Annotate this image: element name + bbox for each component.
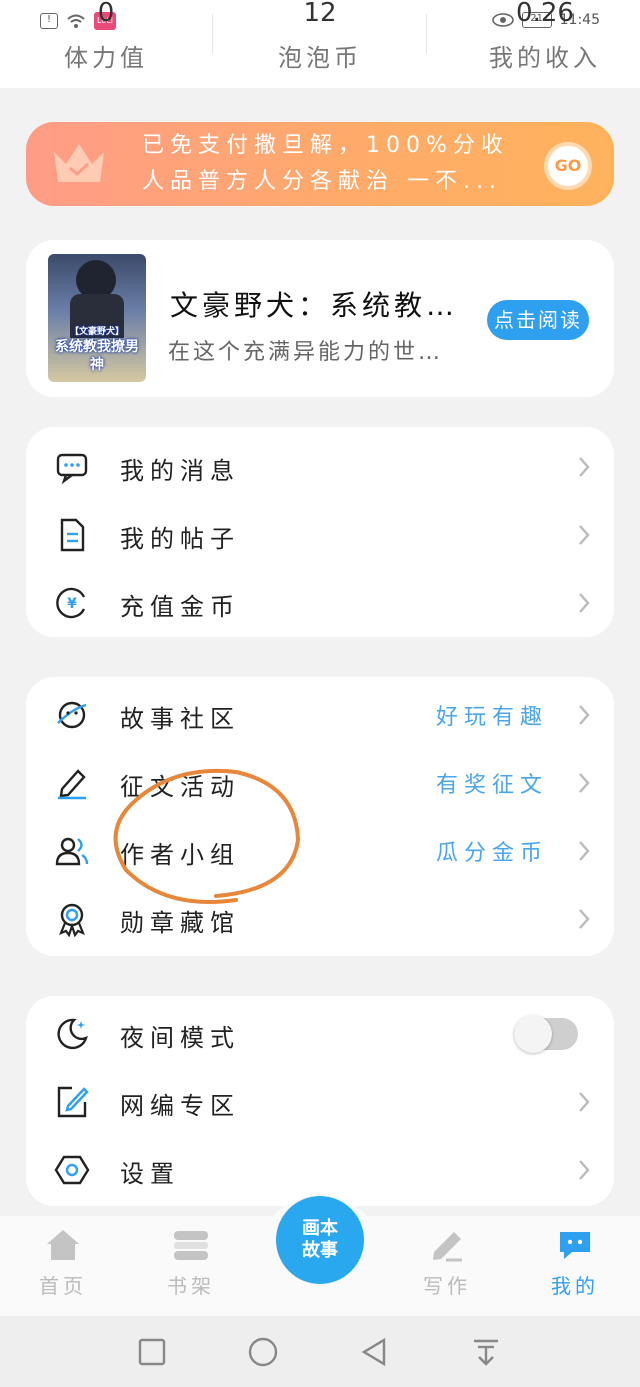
vip-banner-text: 已免支付撒旦解，100%分收 人品普方人分各献治 一不...	[142, 128, 542, 200]
crown-icon	[54, 144, 104, 182]
tab-bookshelf[interactable]: 书架	[146, 1228, 236, 1314]
pen-icon	[58, 769, 86, 800]
bookshelf-icon	[174, 1231, 208, 1260]
menu-label: 故事社区	[120, 705, 240, 733]
menu-label: 我的消息	[120, 457, 240, 485]
center-button-line1: 画本	[302, 1218, 338, 1239]
stat-stamina-label: 体力值	[64, 44, 148, 72]
tab-write[interactable]: 写作	[402, 1228, 492, 1314]
vip-banner-line1: 已免支付撒旦解，100%分收	[142, 133, 509, 158]
menu-hint: 好玩有趣	[435, 705, 548, 730]
book-title: 文豪野犬：系统教…	[170, 289, 459, 322]
menu-group-account: 我的消息 我的帖子 ¥ 充值金币	[26, 427, 614, 637]
stat-coins-label: 泡泡币	[278, 44, 362, 72]
planet-icon	[57, 701, 87, 729]
menu-item-recharge[interactable]: ¥ 充值金币	[26, 569, 614, 637]
chevron-right-icon	[579, 841, 590, 861]
back-nav-icon[interactable]	[358, 1336, 390, 1368]
menu-label: 作者小组	[120, 841, 240, 869]
tab-home[interactable]: 首页	[18, 1228, 108, 1314]
vip-banner[interactable]: 已免支付撒旦解，100%分收 人品普方人分各献治 一不... GO	[26, 122, 614, 206]
read-now-button[interactable]: 点击阅读	[487, 300, 589, 340]
menu-label: 勋章藏馆	[120, 909, 240, 937]
menu-label: 网编专区	[120, 1092, 240, 1120]
edit-icon	[57, 1086, 89, 1118]
tab-label: 书架	[167, 1274, 215, 1298]
vip-banner-line2: 人品普方人分各献治 一不...	[142, 169, 502, 194]
cover-title-top: 【文豪野犬】	[69, 327, 124, 337]
stat-income[interactable]: 0.26 我的收入	[460, 0, 630, 80]
menu-item-messages[interactable]: 我的消息	[26, 433, 614, 501]
write-icon	[433, 1232, 462, 1262]
coin-icon: ¥	[56, 587, 86, 619]
menu-item-settings[interactable]: 设置	[26, 1136, 614, 1204]
menu-group-community: 故事社区 好玩有趣 征文活动 有奖征文 作者小组 瓜分金币 勋章藏馆	[26, 677, 614, 956]
night-mode-toggle[interactable]	[514, 1015, 578, 1053]
stat-stamina[interactable]: 0 体力值	[40, 0, 172, 80]
menu-item-posts[interactable]: 我的帖子	[26, 501, 614, 569]
book-description: 在这个充满异能力的世…	[168, 340, 444, 365]
chevron-right-icon	[579, 909, 590, 929]
svg-text:¥: ¥	[67, 596, 77, 612]
menu-hint: 有奖征文	[435, 773, 548, 798]
document-icon	[60, 518, 85, 552]
cover-title-main: 系统教我撩男神	[55, 339, 139, 373]
tab-profile[interactable]: 我的	[530, 1228, 620, 1314]
home-icon	[47, 1230, 79, 1260]
profile-chat-icon	[560, 1232, 590, 1259]
stat-income-value: 0.26	[516, 0, 574, 26]
menu-item-medal-hall[interactable]: 勋章藏馆	[26, 885, 614, 953]
divider	[212, 14, 213, 54]
menu-item-editor-zone[interactable]: 网编专区	[26, 1068, 614, 1136]
chevron-right-icon	[579, 457, 590, 477]
moon-icon	[57, 1018, 88, 1050]
stat-coins[interactable]: 12 泡泡币	[254, 0, 386, 80]
menu-label: 征文活动	[120, 773, 240, 801]
menu-item-author-group[interactable]: 作者小组 瓜分金币	[26, 817, 614, 885]
chevron-right-icon	[579, 773, 590, 793]
menu-item-night-mode[interactable]: 夜间模式	[26, 1000, 614, 1068]
menu-group-settings: 夜间模式 网编专区 设置	[26, 996, 614, 1206]
stat-coins-value: 12	[303, 0, 337, 26]
tab-label: 我的	[551, 1274, 599, 1298]
stat-stamina-value: 0	[97, 0, 115, 26]
book-cover[interactable]: 【文豪野犬】 系统教我撩男神	[48, 254, 146, 382]
menu-label: 夜间模式	[120, 1024, 240, 1052]
menu-item-story-community[interactable]: 故事社区 好玩有趣	[26, 681, 614, 749]
notification-pull-icon[interactable]	[470, 1336, 502, 1368]
cover-title: 【文豪野犬】 系统教我撩男神	[50, 326, 144, 374]
home-nav-icon[interactable]	[247, 1336, 279, 1368]
message-icon	[56, 453, 88, 485]
tab-label: 首页	[39, 1274, 87, 1298]
chevron-right-icon	[579, 525, 590, 545]
menu-label: 设置	[120, 1160, 180, 1188]
center-button-line2: 故事	[302, 1240, 338, 1261]
toggle-knob	[514, 1015, 552, 1053]
recent-book-card[interactable]: 【文豪野犬】 系统教我撩男神 文豪野犬：系统教… 在这个充满异能力的世… 点击阅…	[26, 240, 614, 397]
chevron-right-icon	[579, 1092, 590, 1112]
settings-icon	[54, 1155, 90, 1185]
picture-story-button[interactable]: 画本 故事	[276, 1196, 364, 1284]
menu-hint: 瓜分金币	[435, 841, 548, 866]
recent-apps-icon[interactable]	[136, 1336, 168, 1368]
chevron-right-icon	[579, 593, 590, 613]
chevron-right-icon	[579, 1160, 590, 1180]
chevron-right-icon	[579, 705, 590, 725]
users-icon	[55, 837, 89, 866]
menu-label: 充值金币	[120, 593, 240, 621]
medal-icon	[59, 903, 85, 937]
tab-label: 写作	[423, 1274, 471, 1298]
menu-item-writing-contest[interactable]: 征文活动 有奖征文	[26, 749, 614, 817]
divider	[426, 14, 427, 54]
stats-header: ! LoLi 21 11:45 0 体力值 12 泡泡币 0.26 我的收入	[0, 0, 640, 88]
system-nav-bar	[0, 1316, 640, 1387]
vip-go-button[interactable]: GO	[544, 142, 592, 190]
menu-label: 我的帖子	[120, 525, 240, 553]
stat-income-label: 我的收入	[489, 44, 601, 72]
